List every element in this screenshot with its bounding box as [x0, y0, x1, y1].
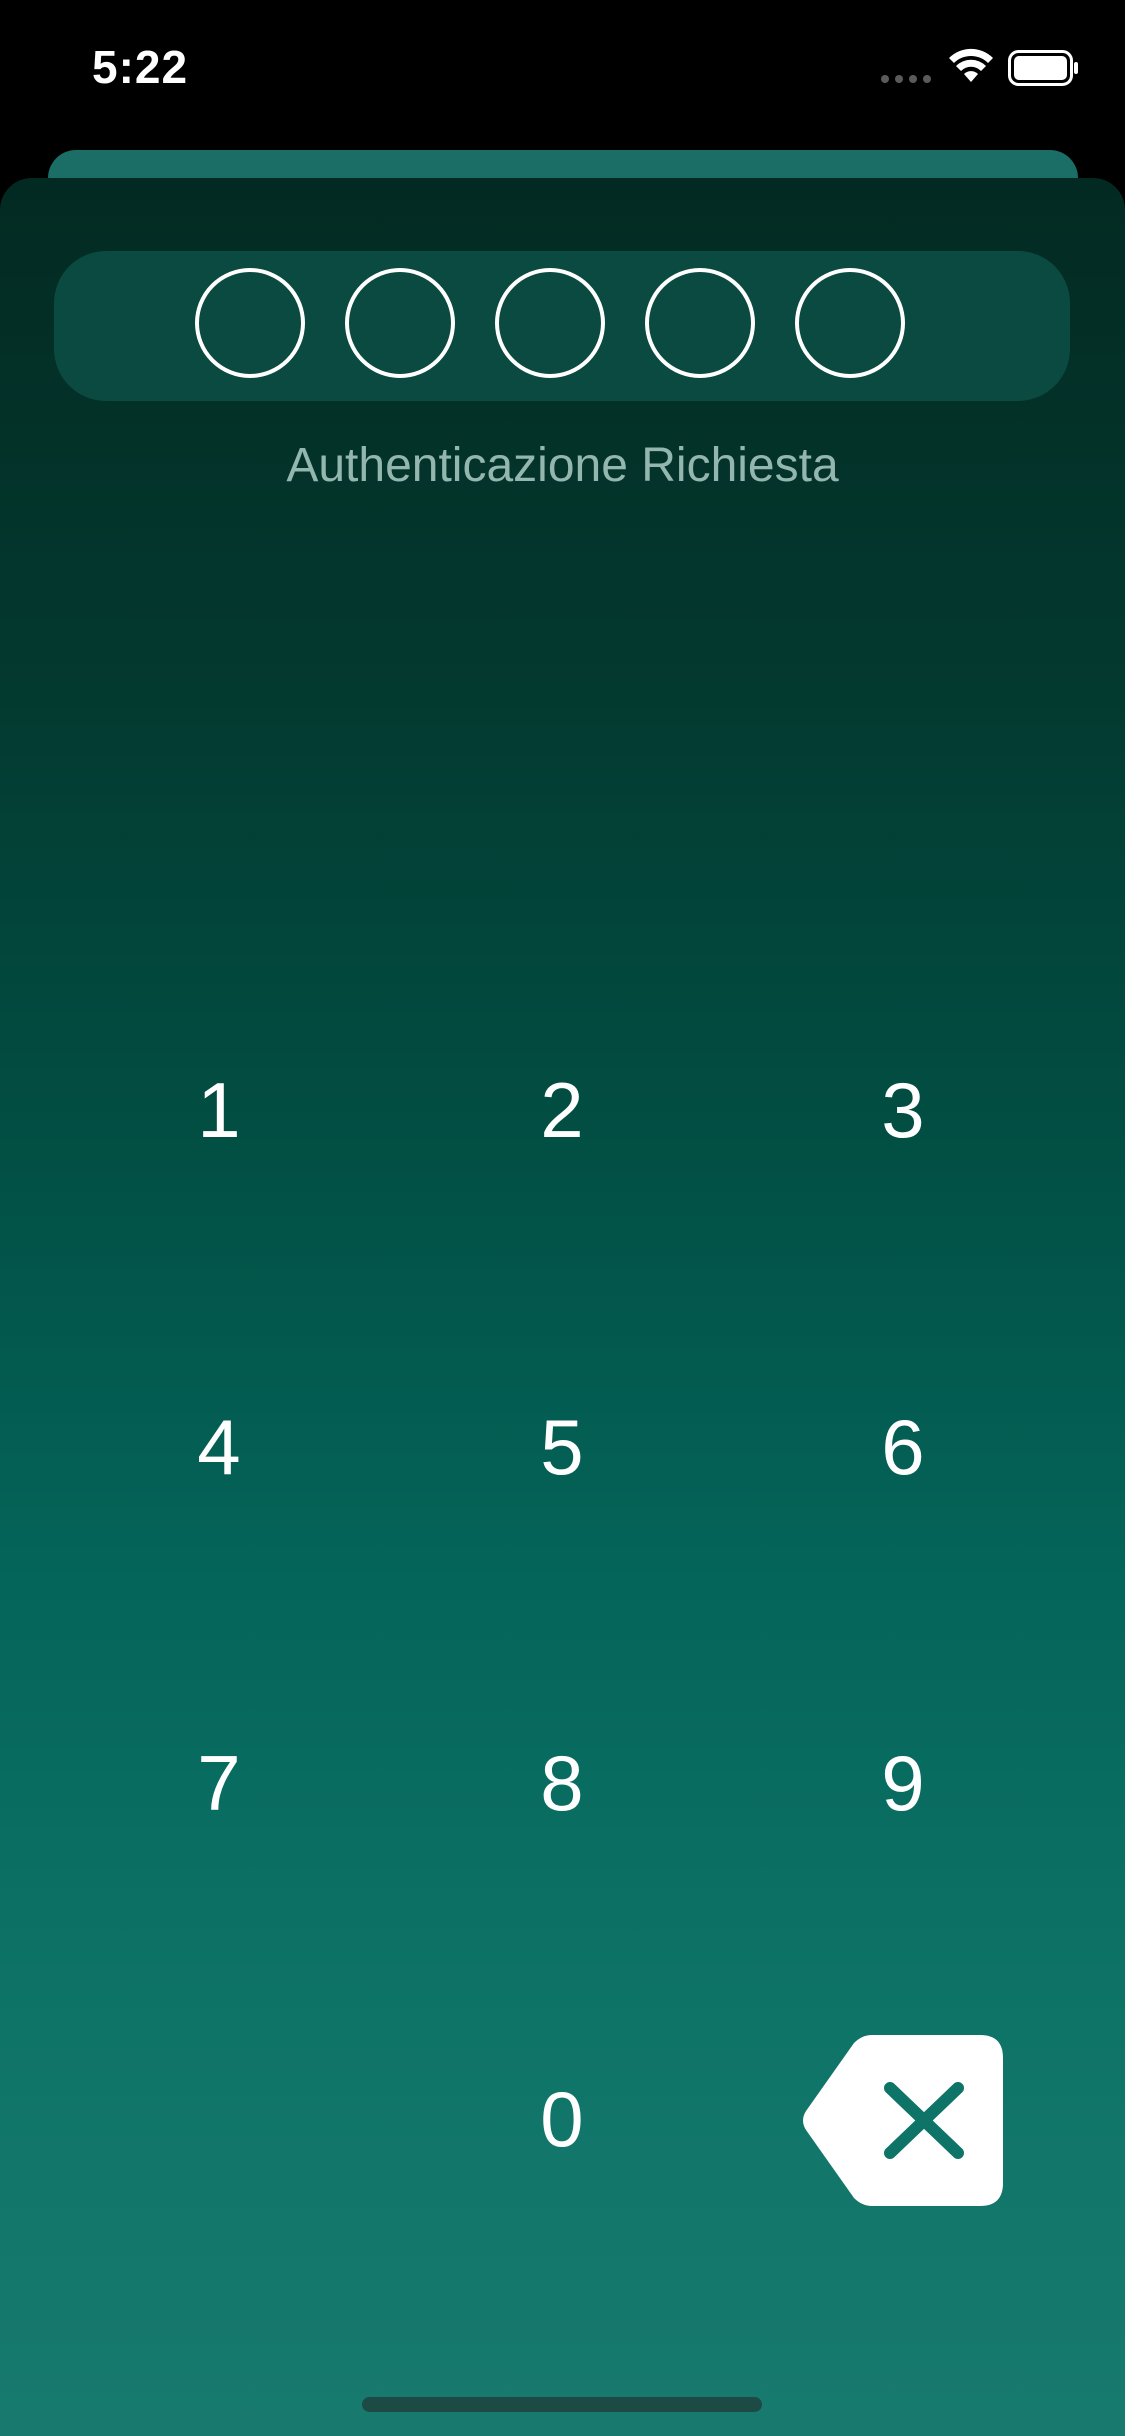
wifi-icon — [949, 48, 993, 82]
auth-sheet: Authenticazione Richiesta 1 2 3 4 5 6 7 … — [0, 178, 1125, 2436]
pin-dot — [645, 268, 755, 378]
pin-dot — [195, 268, 305, 378]
key-4[interactable]: 4 — [89, 1347, 349, 1547]
home-indicator[interactable] — [362, 2397, 762, 2412]
screen: 5:22 Authenticazione Richiesta 1 2 3 4 5… — [0, 0, 1125, 2436]
pin-dot — [495, 268, 605, 378]
auth-required-label: Authenticazione Richiesta — [286, 439, 839, 492]
pin-indicator — [54, 251, 1070, 401]
status-bar: 5:22 — [0, 0, 1125, 140]
key-3[interactable]: 3 — [773, 1010, 1033, 1210]
key-6[interactable]: 6 — [773, 1347, 1033, 1547]
battery-icon — [1008, 50, 1078, 86]
key-7[interactable]: 7 — [89, 1683, 349, 1883]
cellular-signal-icon — [881, 75, 931, 83]
delete-button[interactable] — [800, 2033, 1005, 2208]
key-1[interactable]: 1 — [89, 1010, 349, 1210]
key-5[interactable]: 5 — [432, 1347, 692, 1547]
status-time: 5:22 — [92, 41, 189, 93]
delete-backspace-icon — [803, 2035, 1003, 2206]
pin-dot — [345, 268, 455, 378]
pin-dot — [795, 268, 905, 378]
key-2[interactable]: 2 — [432, 1010, 692, 1210]
key-0[interactable]: 0 — [432, 2019, 692, 2219]
key-8[interactable]: 8 — [432, 1683, 692, 1883]
key-9[interactable]: 9 — [773, 1683, 1033, 1883]
